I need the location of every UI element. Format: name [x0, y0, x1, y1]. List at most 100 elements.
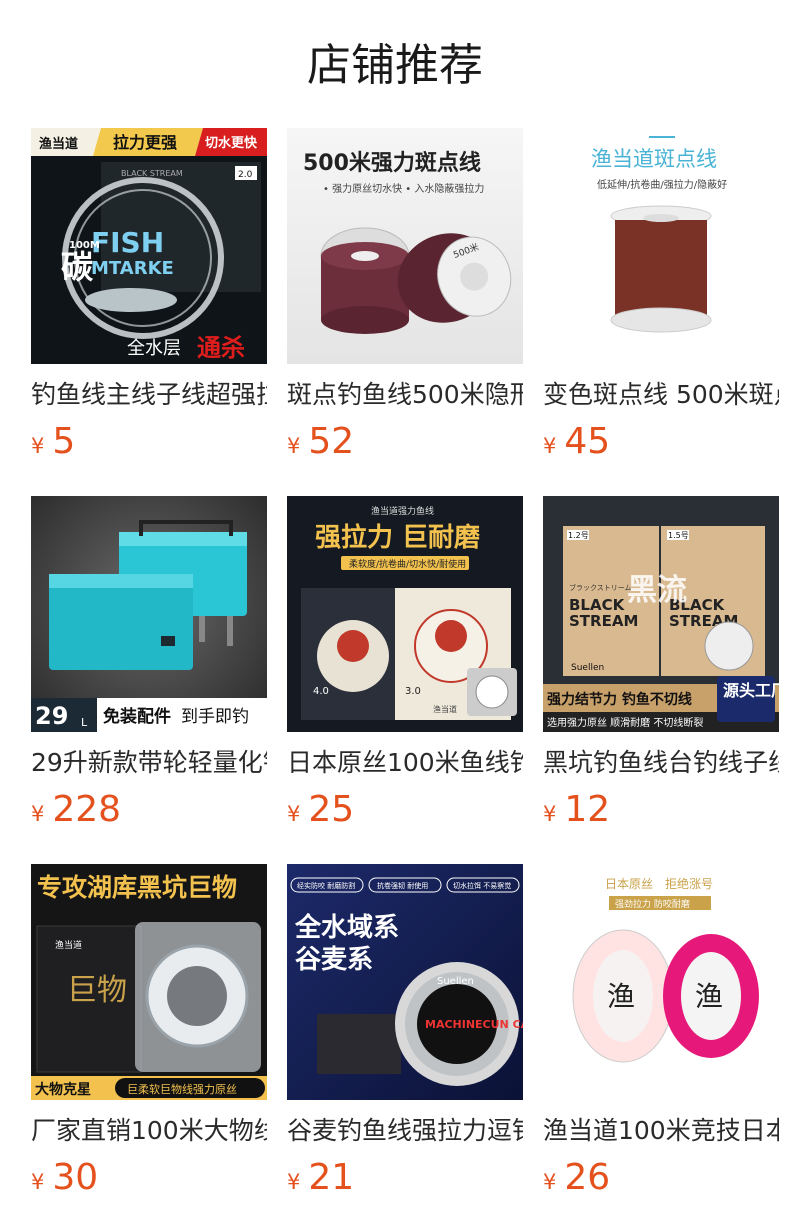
svg-text:MTARKE: MTARKE	[91, 258, 174, 279]
svg-text:日本原丝: 日本原丝	[605, 877, 653, 891]
product-price: ¥26	[543, 1156, 779, 1200]
svg-text:渔当道: 渔当道	[55, 939, 82, 951]
svg-text:强拉力 巨耐磨: 强拉力 巨耐磨	[315, 522, 480, 553]
product-card[interactable]: 日本原丝 拒绝涨号 强劲拉力 防咬耐磨 渔 渔 渔当道100米竞技日本原丝 ¥2…	[543, 864, 779, 1200]
svg-text:柔软度/抗卷曲/切水快/耐使用: 柔软度/抗卷曲/切水快/耐使用	[349, 558, 466, 570]
svg-text:免装配件: 免装配件	[103, 706, 171, 727]
price-value: 45	[564, 421, 611, 462]
svg-text:经实防咬 耐磨防割: 经实防咬 耐磨防割	[297, 881, 355, 890]
currency-symbol: ¥	[543, 1170, 557, 1194]
currency-symbol: ¥	[287, 802, 301, 826]
price-value: 12	[564, 789, 611, 830]
svg-text:巨柔软巨物线强力原丝: 巨柔软巨物线强力原丝	[127, 1082, 237, 1096]
svg-text:碳: 碳	[61, 248, 94, 286]
product-card[interactable]: 经实防咬 耐磨防割 抗卷强韧 耐使用 切水拉饵 不易察觉 全水域系 谷麦系 MA…	[287, 864, 523, 1200]
currency-symbol: ¥	[31, 802, 45, 826]
product-image[interactable]: 29 L 免装配件 到手即钓	[31, 496, 267, 732]
currency-symbol: ¥	[31, 1170, 45, 1194]
svg-text:低延伸/抗卷曲/强拉力/隐蔽好: 低延伸/抗卷曲/强拉力/隐蔽好	[597, 178, 727, 191]
price-value: 25	[308, 789, 355, 830]
svg-text:渔当道: 渔当道	[433, 704, 457, 714]
product-card[interactable]: 渔当道强力鱼线 强拉力 巨耐磨 柔软度/抗卷曲/切水快/耐使用 4.0 3.0 …	[287, 496, 523, 832]
currency-symbol: ¥	[543, 802, 557, 826]
svg-text:100M: 100M	[69, 240, 100, 251]
svg-text:切水更快: 切水更快	[205, 135, 258, 151]
page-title: 店铺推荐	[307, 40, 483, 91]
svg-text:渔当道强力鱼线: 渔当道强力鱼线	[371, 505, 434, 517]
product-name[interactable]: 谷麦钓鱼线强拉力逗钓	[287, 1114, 523, 1148]
svg-text:4.0: 4.0	[313, 686, 329, 697]
product-price: ¥52	[287, 420, 523, 464]
svg-text:强劲拉力 防咬耐磨: 强劲拉力 防咬耐磨	[615, 898, 690, 910]
product-name[interactable]: 厂家直销100米大物线	[31, 1114, 267, 1148]
product-image[interactable]: 渔当道强力鱼线 强拉力 巨耐磨 柔软度/抗卷曲/切水快/耐使用 4.0 3.0 …	[287, 496, 523, 732]
price-value: 5	[52, 421, 76, 462]
svg-text:• 强力原丝切水快 • 入水隐蔽强拉力: • 强力原丝切水快 • 入水隐蔽强拉力	[323, 182, 484, 195]
svg-text:谷麦系: 谷麦系	[295, 945, 373, 975]
price-value: 52	[308, 421, 355, 462]
product-image[interactable]: 日本原丝 拒绝涨号 强劲拉力 防咬耐磨 渔 渔	[543, 864, 779, 1100]
svg-text:黑流: 黑流	[627, 573, 687, 608]
svg-text:源头工厂: 源头工厂	[723, 681, 779, 700]
product-name[interactable]: 斑点钓鱼线500米隐形	[287, 378, 523, 412]
svg-text:切水拉饵 不易察觉: 切水拉饵 不易察觉	[453, 881, 511, 890]
price-value: 228	[52, 789, 122, 830]
product-name[interactable]: 29升新款带轮轻量化钓箱	[31, 746, 267, 780]
svg-text:FISH: FISH	[91, 226, 164, 259]
svg-text:渔当道斑点线: 渔当道斑点线	[591, 147, 717, 171]
product-price: ¥21	[287, 1156, 523, 1200]
product-image[interactable]: 渔当道 拉力更强 切水更快 BLACK STREAM 2.0 FISH MTAR…	[31, 128, 267, 364]
product-price: ¥5	[31, 420, 267, 464]
svg-text:1.2号: 1.2号	[568, 531, 589, 540]
product-image[interactable]: 1.2号 1.5号 ブラックストリーム BLACK STREAM BLACK S…	[543, 496, 779, 732]
product-name[interactable]: 渔当道100米竞技日本原丝	[543, 1114, 779, 1148]
svg-text:ブラックストリーム: ブラックストリーム	[569, 583, 632, 592]
product-name[interactable]: 日本原丝100米鱼线钓鱼线	[287, 746, 523, 780]
svg-text:选用强力原丝 顺滑耐磨 不切线断裂: 选用强力原丝 顺滑耐磨 不切线断裂	[547, 716, 703, 729]
currency-symbol: ¥	[31, 434, 45, 458]
product-name[interactable]: 黑坑钓鱼线台钓线子线	[543, 746, 779, 780]
svg-text:通杀: 通杀	[197, 334, 245, 362]
svg-text:全水层: 全水层	[127, 338, 181, 359]
product-image[interactable]: 经实防咬 耐磨防割 抗卷强韧 耐使用 切水拉饵 不易察觉 全水域系 谷麦系 MA…	[287, 864, 523, 1100]
svg-text:1.5号: 1.5号	[668, 531, 689, 540]
svg-text:500米强力斑点线: 500米强力斑点线	[303, 150, 481, 176]
svg-text:到手即钓: 到手即钓	[181, 707, 249, 727]
svg-text:抗卷强韧 耐使用: 抗卷强韧 耐使用	[377, 881, 428, 890]
product-price: ¥45	[543, 420, 779, 464]
svg-text:拉力更强: 拉力更强	[113, 133, 177, 152]
product-card[interactable]: 500米强力斑点线 • 强力原丝切水快 • 入水隐蔽强拉力 500米 斑点钓鱼线…	[287, 128, 523, 464]
price-value: 30	[52, 1157, 99, 1198]
product-name[interactable]: 钓鱼线主线子线超强拉力	[31, 378, 267, 412]
product-card[interactable]: 1.2号 1.5号 ブラックストリーム BLACK STREAM BLACK S…	[543, 496, 779, 832]
product-card[interactable]: 29 L 免装配件 到手即钓 29升新款带轮轻量化钓箱 ¥228	[31, 496, 267, 832]
product-card[interactable]: 专攻湖库黑坑巨物 渔当道 巨物 大物克星 巨柔软巨物线强力原丝 厂家直销100米…	[31, 864, 267, 1200]
product-card[interactable]: 渔当道斑点线 低延伸/抗卷曲/强拉力/隐蔽好 变色斑点线 500米斑点 ¥45	[543, 128, 779, 464]
svg-text:渔当道: 渔当道	[39, 136, 78, 152]
product-price: ¥30	[31, 1156, 267, 1200]
product-image[interactable]: 500米强力斑点线 • 强力原丝切水快 • 入水隐蔽强拉力 500米	[287, 128, 523, 364]
svg-text:巨物: 巨物	[67, 973, 127, 1008]
product-name[interactable]: 变色斑点线 500米斑点	[543, 378, 779, 412]
currency-symbol: ¥	[287, 434, 301, 458]
product-card[interactable]: 渔当道 拉力更强 切水更快 BLACK STREAM 2.0 FISH MTAR…	[31, 128, 267, 464]
svg-text:拒绝涨号: 拒绝涨号	[665, 876, 713, 891]
price-value: 21	[308, 1157, 355, 1198]
product-image[interactable]: 渔当道斑点线 低延伸/抗卷曲/强拉力/隐蔽好	[543, 128, 779, 364]
svg-text:全水域系: 全水域系	[294, 912, 399, 943]
svg-text:BLACK STREAM: BLACK STREAM	[121, 169, 183, 178]
svg-text:STREAM: STREAM	[569, 612, 638, 630]
svg-text:L: L	[81, 716, 88, 729]
svg-text:2.0: 2.0	[238, 170, 253, 180]
svg-text:Suellen: Suellen	[571, 663, 604, 673]
product-image[interactable]: 专攻湖库黑坑巨物 渔当道 巨物 大物克星 巨柔软巨物线强力原丝	[31, 864, 267, 1100]
svg-text:专攻湖库黑坑巨物: 专攻湖库黑坑巨物	[37, 873, 237, 902]
currency-symbol: ¥	[543, 434, 557, 458]
product-price: ¥25	[287, 788, 523, 832]
currency-symbol: ¥	[287, 1170, 301, 1194]
product-price: ¥228	[31, 788, 267, 832]
svg-text:Suellen: Suellen	[437, 976, 474, 987]
svg-text:强力结节力 钓鱼不切线: 强力结节力 钓鱼不切线	[547, 691, 692, 708]
svg-text:29: 29	[35, 702, 68, 730]
svg-text:大物克星: 大物克星	[35, 1081, 91, 1098]
